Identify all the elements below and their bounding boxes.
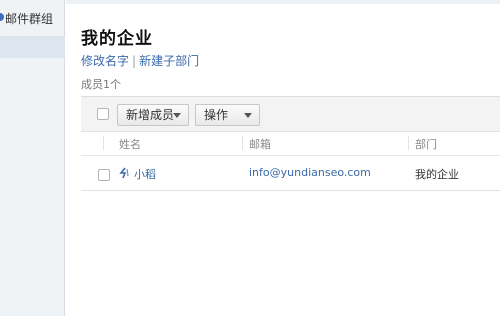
user-icon <box>119 167 129 179</box>
member-department: 我的企业 <box>415 168 459 181</box>
page-title: 我的企业 <box>81 29 153 49</box>
main-panel: 我的企业 修改名字 | 新建子部门 成员1个 新增成员 操作 姓名 邮箱 部门 小稻… <box>66 0 500 316</box>
column-header-department: 部门 <box>415 138 437 151</box>
add-member-button[interactable]: 新增成员 <box>117 104 189 126</box>
sidebar-item-mail-groups[interactable]: 邮件群组 <box>0 5 65 31</box>
table-header: 姓名 邮箱 部门 <box>81 132 500 156</box>
column-divider <box>242 136 243 150</box>
member-email[interactable]: info@yundianseo.com <box>249 166 371 179</box>
add-member-label: 新增成员 <box>126 108 175 122</box>
link-separator: | <box>132 54 137 68</box>
operations-button[interactable]: 操作 <box>195 104 260 126</box>
new-sub-department-link[interactable]: 新建子部门 <box>139 54 199 68</box>
column-header-name: 姓名 <box>119 138 141 151</box>
select-all-checkbox[interactable] <box>97 108 109 120</box>
action-links: 修改名字 | 新建子部门 <box>81 52 199 69</box>
sidebar: 邮件群组 <box>0 0 65 316</box>
operations-label: 操作 <box>204 108 229 122</box>
sidebar-item-label: 邮件群组 <box>5 12 54 26</box>
column-divider <box>408 136 409 150</box>
rename-link[interactable]: 修改名字 <box>81 54 129 68</box>
sidebar-item-selected[interactable] <box>0 36 65 58</box>
top-strip <box>66 0 500 4</box>
chevron-down-icon <box>173 113 181 118</box>
column-header-email: 邮箱 <box>249 138 271 151</box>
member-count: 成员1个 <box>81 78 121 91</box>
table-row[interactable]: 小稻 info@yundianseo.com 我的企业 <box>81 156 500 191</box>
row-checkbox[interactable] <box>98 169 110 181</box>
member-name[interactable]: 小稻 <box>134 166 156 182</box>
column-divider <box>103 136 104 150</box>
chevron-down-icon <box>244 113 252 118</box>
toolbar: 新增成员 操作 <box>81 96 500 132</box>
dot-icon <box>0 13 4 21</box>
